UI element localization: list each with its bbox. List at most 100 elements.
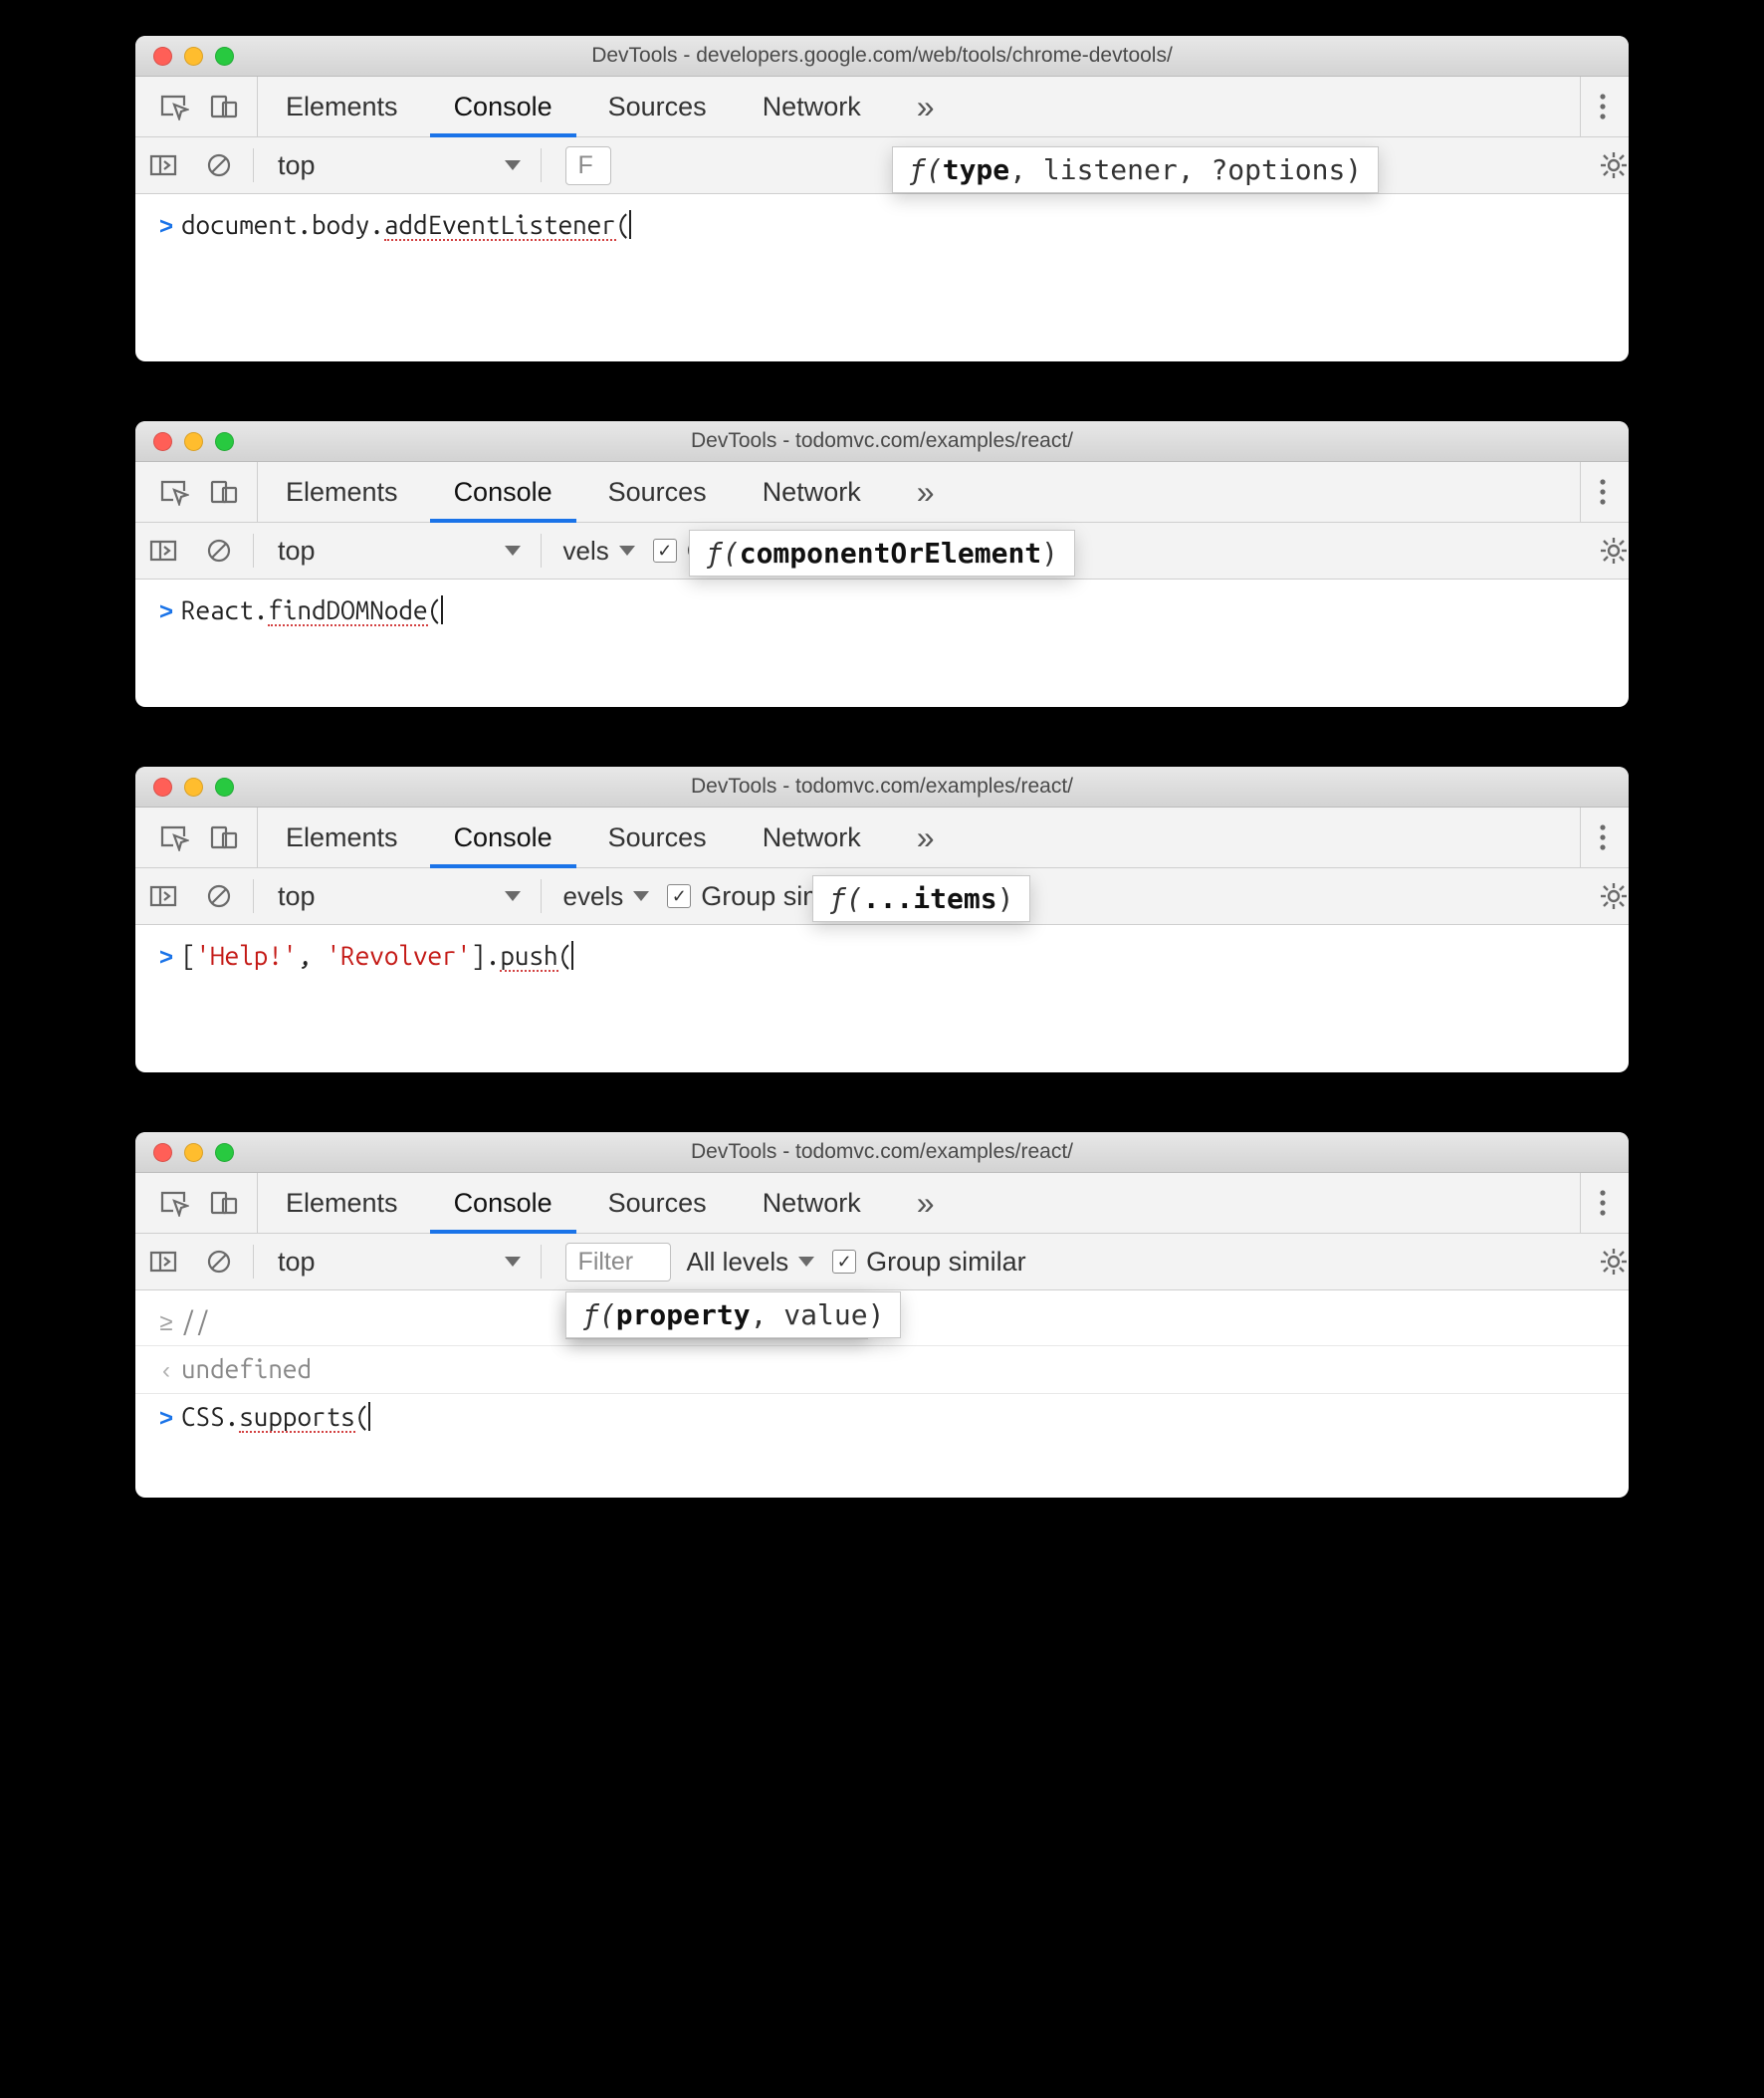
minimize-window-button[interactable] [184,432,203,451]
code-text[interactable]: React.findDOMNode( [181,595,443,624]
code-text[interactable]: ['Help!', 'Revolver'].push( [181,941,573,970]
inspect-element-button[interactable] [159,478,189,506]
close-window-button[interactable] [153,47,172,66]
device-toolbar-button[interactable] [209,1189,239,1217]
close-window-button[interactable] [153,1143,172,1162]
console-settings-button[interactable] [1583,536,1629,566]
inspect-element-button[interactable] [159,823,189,851]
tabs-overflow-button[interactable]: » [889,1173,963,1233]
execution-context-dropdown[interactable]: top [260,881,535,912]
window-titlebar[interactable]: DevTools - developers.google.com/web/too… [135,36,1629,77]
tab-console[interactable]: Console [426,462,580,522]
devtools-menu-button[interactable] [1580,462,1629,522]
execution-context-dropdown[interactable]: top [260,1247,535,1278]
tab-console[interactable]: Console [426,77,580,136]
device-toolbar-button[interactable] [209,93,239,120]
log-levels-dropdown[interactable]: vels [548,536,635,567]
filter-input[interactable]: Filter [565,1243,671,1282]
code-text[interactable]: undefined [181,1354,312,1383]
console-line[interactable]: > React.findDOMNode( [135,587,1629,634]
toggle-console-sidebar-button[interactable] [135,1250,191,1274]
zoom-window-button[interactable] [215,47,234,66]
console-body[interactable]: ƒ(conditionText)ƒ(property, value) ≥ // … [135,1290,1629,1498]
tab-label: Console [454,477,552,508]
console-settings-button[interactable] [1583,150,1629,180]
code-text[interactable]: // [181,1306,210,1335]
close-window-button[interactable] [153,432,172,451]
divider [253,148,254,182]
tabs-overflow-button[interactable]: » [889,808,963,867]
tab-network[interactable]: Network [735,462,889,522]
minimize-window-button[interactable] [184,47,203,66]
code-text[interactable]: document.body.addEventListener( [181,210,631,239]
tab-elements[interactable]: Elements [258,1173,426,1233]
console-line[interactable]: ‹ undefined [135,1346,1629,1394]
window-titlebar[interactable]: DevTools - todomvc.com/examples/react/ [135,1132,1629,1173]
log-levels-dropdown[interactable]: All levels [671,1247,815,1278]
console-body[interactable]: ƒ(type, listener, ?options) > document.b… [135,194,1629,361]
tab-console[interactable]: Console [426,808,580,867]
tab-label: Elements [286,477,398,508]
tab-sources[interactable]: Sources [580,808,735,867]
clear-console-button[interactable] [191,1248,247,1276]
devtools-menu-button[interactable] [1580,1173,1629,1233]
tab-network[interactable]: Network [735,77,889,136]
window-titlebar[interactable]: DevTools - todomvc.com/examples/react/ [135,421,1629,462]
clear-console-button[interactable] [191,882,247,910]
toggle-console-sidebar-button[interactable] [135,153,191,177]
tab-network[interactable]: Network [735,808,889,867]
code-text[interactable]: CSS.supports( [181,1402,370,1431]
log-levels-dropdown[interactable]: evels [548,881,650,912]
filter-input[interactable]: F [565,146,611,185]
tabs-overflow-button[interactable]: » [889,77,963,136]
clear-console-button[interactable] [191,537,247,565]
tab-network[interactable]: Network [735,1173,889,1233]
clear-console-button[interactable] [191,151,247,179]
console-body[interactable]: ƒ(componentOrElement) > React.findDOMNod… [135,580,1629,707]
tab-elements[interactable]: Elements [258,462,426,522]
console-settings-button[interactable] [1583,1247,1629,1277]
tab-label: Sources [608,477,707,508]
toggle-console-sidebar-button[interactable] [135,884,191,908]
tab-label: Network [763,92,861,122]
tab-sources[interactable]: Sources [580,462,735,522]
tabs-overflow-button[interactable]: » [889,462,963,522]
close-window-button[interactable] [153,778,172,797]
console-line[interactable]: > document.body.addEventListener( [135,202,1629,249]
group-similar-toggle[interactable]: ✓ Group similar [814,1247,1026,1278]
hint-segment: ) [1041,537,1058,570]
zoom-window-button[interactable] [215,778,234,797]
inspect-element-button[interactable] [159,1189,189,1217]
zoom-window-button[interactable] [215,1143,234,1162]
tab-console[interactable]: Console [426,1173,580,1233]
inspect-icon [159,93,189,120]
code-token: push [500,941,557,972]
execution-context-dropdown[interactable]: top [260,536,535,567]
tab-label: Sources [608,822,707,853]
tab-sources[interactable]: Sources [580,77,735,136]
minimize-window-button[interactable] [184,778,203,797]
tab-elements[interactable]: Elements [258,808,426,867]
tab-label: Network [763,477,861,508]
console-body[interactable]: ƒ(...items) > ['Help!', 'Revolver'].push… [135,925,1629,1072]
console-settings-button[interactable] [1583,881,1629,911]
tab-label: Console [454,822,552,853]
device-toolbar-button[interactable] [209,823,239,851]
tab-sources[interactable]: Sources [580,1173,735,1233]
minimize-window-button[interactable] [184,1143,203,1162]
code-token: ( [428,595,443,624]
devtools-menu-button[interactable] [1580,808,1629,867]
console-line[interactable]: > CSS.supports( [135,1394,1629,1441]
console-line[interactable]: > ['Help!', 'Revolver'].push( [135,933,1629,980]
devtools-menu-button[interactable] [1580,77,1629,136]
device-toolbar-button[interactable] [209,478,239,506]
hint-segment: , value) [751,1298,885,1331]
toggle-console-sidebar-button[interactable] [135,539,191,563]
inspect-element-button[interactable] [159,93,189,120]
tab-list: Elements Console Sources Network [258,77,889,136]
device-toggle-icon [209,478,239,506]
execution-context-dropdown[interactable]: top [260,150,535,181]
window-titlebar[interactable]: DevTools - todomvc.com/examples/react/ [135,767,1629,808]
zoom-window-button[interactable] [215,432,234,451]
tab-elements[interactable]: Elements [258,77,426,136]
